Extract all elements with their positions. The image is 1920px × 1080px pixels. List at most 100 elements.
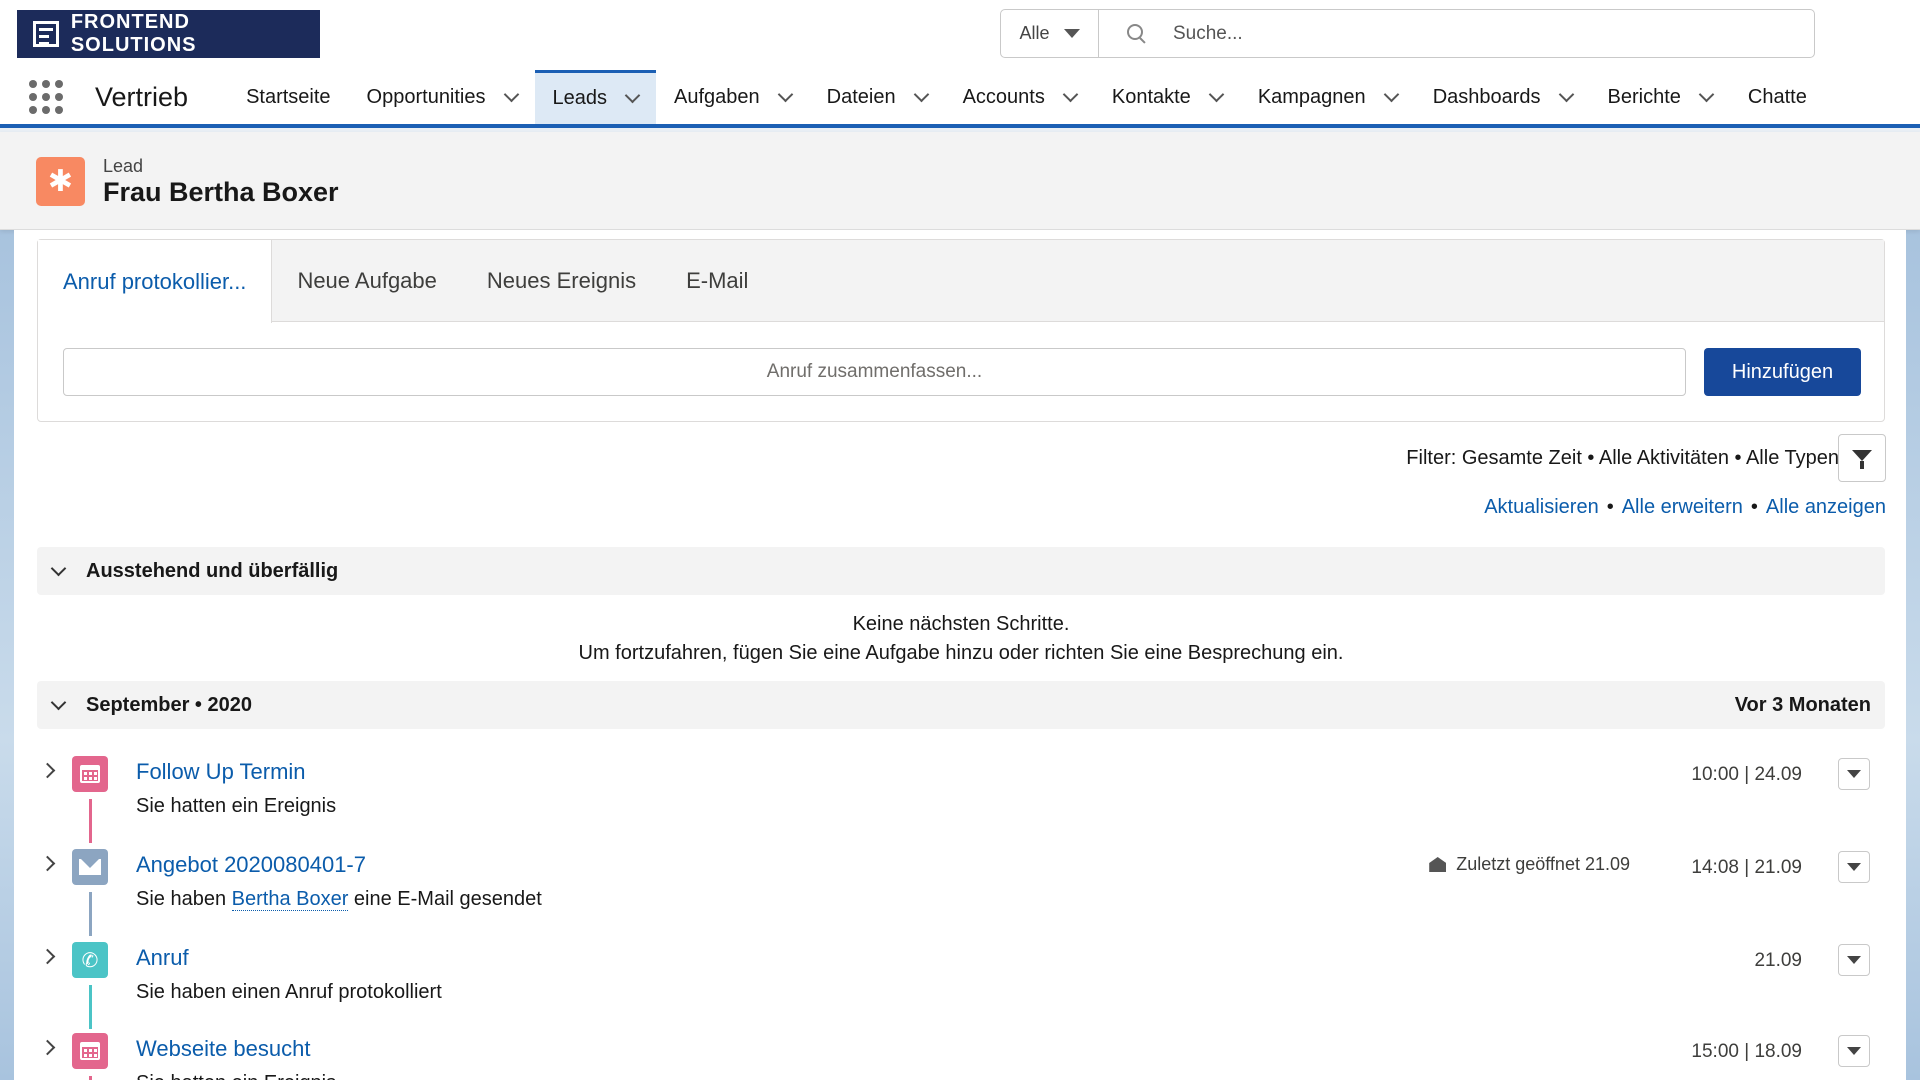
app-name: Vertrieb (95, 81, 189, 112)
timeline-item-title[interactable]: Angebot 2020080401-7 (136, 852, 366, 878)
global-header: FRONTEND SOLUTIONS Alle (0, 0, 1920, 70)
nav-item-startseite[interactable]: Startseite (228, 70, 348, 124)
chevron-down-icon[interactable] (1383, 86, 1399, 102)
expand-all-link[interactable]: Alle erweitern (1622, 496, 1743, 519)
view-all-link[interactable]: Alle anzeigen (1766, 496, 1886, 519)
add-button[interactable]: Hinzufügen (1704, 348, 1861, 396)
search-input[interactable] (1173, 22, 1773, 45)
nav-item-kampagnen[interactable]: Kampagnen (1240, 70, 1415, 124)
timeline-connector (89, 985, 92, 1029)
global-search: Alle (1000, 9, 1815, 58)
caret-down-icon (1847, 863, 1861, 871)
search-field (1099, 10, 1814, 57)
caret-down-icon (1847, 1047, 1861, 1055)
record-header: ✱ Lead Frau Bertha Boxer (0, 132, 1920, 230)
separator: • (1606, 496, 1614, 518)
nav-item-opportunities[interactable]: Opportunities (349, 70, 535, 124)
section-title: September • 2020 (86, 693, 252, 716)
envelope-open-icon (1429, 857, 1447, 872)
contact-link[interactable]: Bertha Boxer (231, 888, 349, 911)
empty-state-message: Keine nächsten Schritte. Um fortzufahren… (578, 613, 1344, 664)
timeline-item-subtitle: Sie hatten ein Ereignis (136, 795, 337, 817)
refresh-link[interactable]: Aktualisieren (1484, 496, 1599, 519)
composer-tabs: Anruf protokollier... Neue Aufgabe Neues… (38, 240, 1884, 323)
item-menu-button[interactable] (1838, 851, 1870, 883)
record-type-label: Lead (103, 156, 144, 176)
app-launcher-icon[interactable] (15, 70, 77, 124)
page-title: Frau Bertha Boxer (103, 177, 339, 207)
timeline-item-time: 15:00 | 18.09 (1691, 1041, 1802, 1062)
page-background-right (1906, 230, 1920, 1080)
chevron-down-icon[interactable] (1558, 86, 1574, 102)
tab-new-event[interactable]: Neues Ereignis (462, 240, 661, 321)
chevron-right-icon[interactable] (39, 948, 56, 965)
chevron-down-icon (50, 560, 67, 576)
search-scope-label: Alle (1019, 23, 1050, 43)
nav-item-dateien[interactable]: Dateien (809, 70, 945, 124)
timeline-connector (89, 1076, 92, 1080)
nav-item-accounts[interactable]: Accounts (945, 70, 1094, 124)
activity-panel: Anruf protokollier... Neue Aufgabe Neues… (14, 230, 1906, 1080)
item-menu-button[interactable] (1838, 758, 1870, 790)
nav-item-chatter[interactable]: Chatte (1730, 70, 1825, 124)
email-opened-status: Zuletzt geöffnet 21.09 (1429, 854, 1630, 875)
chevron-down-icon (50, 694, 67, 710)
search-scope-select[interactable]: Alle (1001, 10, 1099, 57)
caret-down-icon (1847, 770, 1861, 778)
search-icon (1127, 23, 1147, 44)
timeline-item-title[interactable]: Webseite besucht (136, 1036, 310, 1062)
item-menu-button[interactable] (1838, 944, 1870, 976)
chevron-right-icon[interactable] (39, 762, 56, 779)
nav-item-berichte[interactable]: Berichte (1590, 70, 1730, 124)
caret-down-icon (1063, 29, 1080, 38)
phone-icon: ✆ (72, 942, 108, 978)
separator: • (1750, 496, 1758, 518)
company-logo[interactable]: FRONTEND SOLUTIONS (17, 10, 320, 58)
app-navigation: Vertrieb Startseite Opportunities Leads … (0, 70, 1920, 128)
filter-summary: Filter: Gesamte Zeit • Alle Aktivitäten … (1406, 447, 1839, 469)
filter-button[interactable] (1838, 434, 1886, 482)
chevron-down-icon[interactable] (624, 87, 641, 104)
section-upcoming[interactable]: Ausstehend und überfällig (37, 547, 1885, 595)
lead-icon: ✱ (36, 157, 85, 206)
chevron-right-icon[interactable] (39, 1039, 56, 1056)
logo-mark-icon (33, 21, 59, 47)
timeline-item-time: 14:08 | 21.09 (1691, 857, 1802, 878)
chevron-down-icon[interactable] (503, 86, 519, 102)
timeline-item-title[interactable]: Anruf (136, 945, 189, 971)
timeline-item-time: 21.09 (1754, 950, 1802, 971)
timeline-item-time: 10:00 | 24.09 (1691, 764, 1802, 785)
timeline-connector (89, 892, 92, 936)
timeline-item: Angebot 2020080401-7 Sie haben Bertha Bo… (14, 840, 1906, 936)
chevron-down-icon[interactable] (1698, 86, 1715, 102)
chevron-down-icon[interactable] (777, 86, 793, 102)
email-icon (72, 849, 108, 885)
chevron-down-icon[interactable] (913, 86, 929, 102)
section-title: Ausstehend und überfällig (86, 559, 339, 582)
chevron-right-icon[interactable] (39, 855, 56, 872)
filter-icon (1852, 449, 1872, 469)
calendar-icon (72, 756, 108, 792)
chevron-down-icon[interactable] (1208, 86, 1225, 102)
item-menu-button[interactable] (1838, 1035, 1870, 1067)
timeline-actions: Aktualisieren • Alle erweitern • Alle an… (1484, 496, 1886, 519)
tab-email[interactable]: E-Mail (661, 240, 773, 321)
calendar-icon (72, 1033, 108, 1069)
nav-item-kontakte[interactable]: Kontakte (1094, 70, 1240, 124)
nav-item-leads[interactable]: Leads (534, 70, 657, 124)
timeline-item-subtitle: Sie hatten ein Ereignis (136, 1072, 336, 1080)
activity-composer: Anruf protokollier... Neue Aufgabe Neues… (37, 239, 1885, 422)
tab-new-task[interactable]: Neue Aufgabe (272, 240, 461, 321)
timeline-connector (89, 799, 92, 843)
logo-text: FRONTEND SOLUTIONS (70, 11, 197, 56)
nav-item-dashboards[interactable]: Dashboards (1415, 70, 1590, 124)
call-summary-input[interactable] (63, 348, 1686, 396)
nav-item-aufgaben[interactable]: Aufgaben (656, 70, 809, 124)
timeline-item-title[interactable]: Follow Up Termin (136, 759, 306, 785)
page-background-left (0, 230, 14, 1080)
chevron-down-icon[interactable] (1062, 86, 1079, 102)
tab-log-call[interactable]: Anruf protokollier... (38, 240, 273, 323)
timeline-item: Follow Up Termin Sie hatten ein Ereignis… (14, 747, 1906, 843)
section-month[interactable]: September • 2020 Vor 3 Monaten (37, 681, 1885, 729)
section-relative-time: Vor 3 Monaten (1734, 693, 1871, 716)
